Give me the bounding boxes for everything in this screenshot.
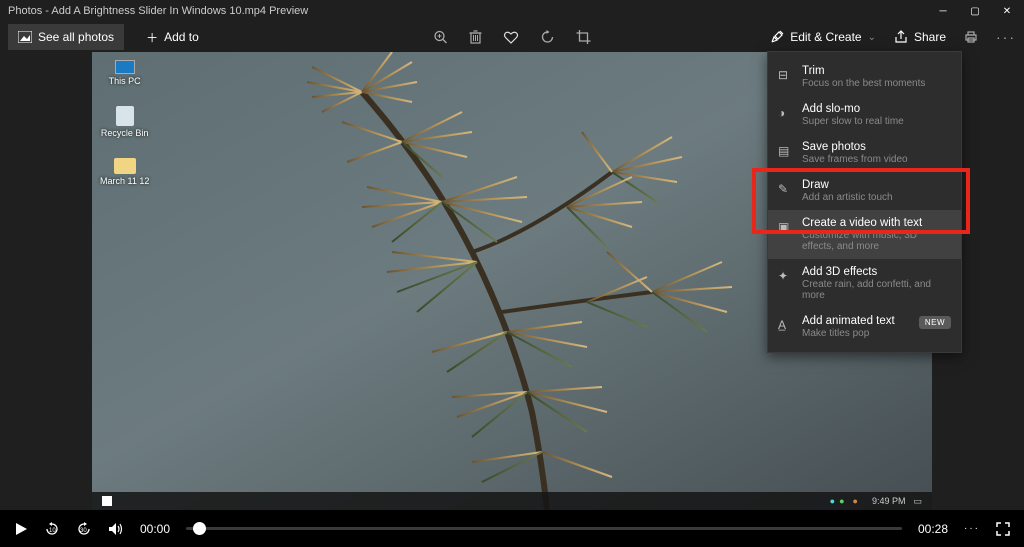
menu-item-subtitle: Customize with music, 3D effects, and mo… — [802, 230, 951, 252]
slomo-icon: ◑ — [778, 106, 792, 120]
see-all-label: See all photos — [38, 30, 114, 44]
effects-icon: ✦ — [778, 269, 792, 283]
tray-icon: ● — [830, 496, 835, 506]
menu-item-title: Trim — [802, 65, 951, 77]
menu-item-subtitle: Super slow to real time — [802, 116, 951, 127]
edit-icon — [770, 30, 784, 44]
add-to-label: Add to — [164, 30, 199, 44]
zoom-icon[interactable] — [434, 30, 448, 44]
trim-icon: ⊟ — [778, 68, 792, 82]
close-button[interactable]: ✕ — [1002, 6, 1012, 16]
desktop-icon-this-pc[interactable]: This PC — [100, 60, 149, 86]
add-to-button[interactable]: ＋ Add to — [136, 23, 209, 52]
favorite-icon[interactable] — [504, 30, 519, 44]
volume-button[interactable] — [108, 522, 124, 536]
maximize-button[interactable]: ▢ — [970, 6, 980, 16]
svg-text:10: 10 — [49, 528, 56, 534]
menu-item-3d-effects[interactable]: ✦ Add 3D effects Create rain, add confet… — [768, 259, 961, 308]
desktop-icon-label: March 11 12 — [100, 176, 149, 186]
folder-icon — [114, 158, 136, 174]
taskbar-clock: 9:49 PM — [872, 496, 906, 506]
menu-item-subtitle: Add an artistic touch — [802, 192, 951, 203]
fullscreen-button[interactable] — [996, 522, 1010, 536]
notification-icon[interactable]: ▭ — [913, 496, 922, 507]
menu-item-subtitle: Save frames from video — [802, 154, 951, 165]
desktop-icon-recycle-bin[interactable]: Recycle Bin — [100, 106, 149, 138]
menu-item-subtitle: Focus on the best moments — [802, 78, 951, 89]
menu-item-animated-text[interactable]: A̲ Add animated text Make titles pop NEW — [768, 308, 961, 346]
svg-text:30: 30 — [80, 528, 87, 534]
desktop-icon-folder[interactable]: March 11 12 — [100, 158, 149, 186]
share-button[interactable]: Share — [894, 30, 946, 44]
current-time: 00:00 — [140, 522, 170, 536]
window-title: Photos - Add A Brightness Slider In Wind… — [8, 5, 308, 17]
toolbar: See all photos ＋ Add to Edit & Create ⌄ — [0, 22, 1024, 52]
menu-item-title: Add slo-mo — [802, 103, 951, 115]
delete-icon[interactable] — [470, 30, 482, 44]
edit-create-button[interactable]: Edit & Create ⌄ — [770, 30, 876, 44]
recycle-bin-icon — [116, 106, 134, 126]
menu-item-create-video-text[interactable]: ▣ Create a video with text Customize wit… — [768, 210, 961, 259]
skip-back-button[interactable]: 10 — [44, 521, 60, 537]
minimize-button[interactable]: ─ — [938, 6, 948, 16]
share-label: Share — [914, 30, 946, 44]
menu-item-draw[interactable]: ✎ Draw Add an artistic touch — [768, 172, 961, 210]
inner-taskbar: ● ● ● 9:49 PM ▭ — [92, 492, 932, 510]
player-more-icon[interactable]: ··· — [964, 523, 980, 534]
menu-item-title: Add 3D effects — [802, 266, 951, 278]
menu-item-subtitle: Create rain, add confetti, and more — [802, 279, 951, 301]
desktop-icon-label: Recycle Bin — [101, 128, 149, 138]
see-all-photos-button[interactable]: See all photos — [8, 24, 124, 50]
menu-item-slomo[interactable]: ◑ Add slo-mo Super slow to real time — [768, 96, 961, 134]
progress-bar[interactable] — [186, 527, 902, 530]
play-button[interactable] — [14, 522, 28, 536]
animated-text-icon: A̲ — [778, 318, 792, 332]
menu-item-subtitle: Make titles pop — [802, 328, 951, 339]
edit-create-label: Edit & Create — [790, 30, 861, 44]
skip-forward-button[interactable]: 30 — [76, 521, 92, 537]
video-player-controls: 10 30 00:00 00:28 ··· — [0, 510, 1024, 547]
photo-icon — [18, 31, 32, 43]
more-icon[interactable]: ··· — [996, 29, 1016, 45]
draw-icon: ✎ — [778, 182, 792, 196]
edit-create-dropdown: ⊟ Trim Focus on the best moments ◑ Add s… — [767, 51, 962, 353]
title-bar: Photos - Add A Brightness Slider In Wind… — [0, 0, 1024, 22]
computer-icon — [115, 60, 135, 74]
menu-item-save-photos[interactable]: ▤ Save photos Save frames from video — [768, 134, 961, 172]
menu-item-title: Draw — [802, 179, 951, 191]
share-icon — [894, 30, 908, 44]
plus-icon: ＋ — [146, 29, 158, 46]
rotate-icon[interactable] — [541, 30, 555, 44]
menu-item-title: Create a video with text — [802, 217, 951, 229]
total-time: 00:28 — [918, 522, 948, 536]
crop-icon[interactable] — [577, 30, 591, 44]
tray-icon: ● — [839, 496, 844, 506]
new-badge: NEW — [919, 316, 951, 329]
save-icon: ▤ — [778, 144, 792, 158]
print-icon[interactable] — [964, 30, 978, 44]
windows-start-icon[interactable] — [102, 496, 112, 506]
menu-item-trim[interactable]: ⊟ Trim Focus on the best moments — [768, 58, 961, 96]
tray-icon: ● — [853, 496, 858, 506]
menu-item-title: Save photos — [802, 141, 951, 153]
progress-thumb[interactable] — [193, 522, 206, 535]
desktop-icon-label: This PC — [109, 76, 141, 86]
chevron-down-icon: ⌄ — [868, 32, 876, 43]
video-text-icon: ▣ — [778, 220, 792, 234]
